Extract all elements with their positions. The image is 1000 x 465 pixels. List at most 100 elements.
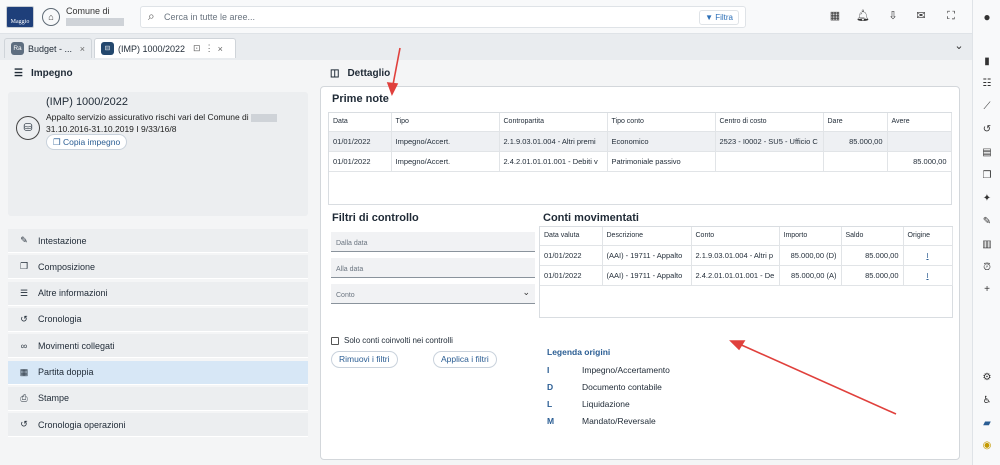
checkbox-label: Solo conti coinvolti nei controlli: [344, 336, 453, 345]
menu-item-cronologia[interactable]: ↺ Cronologia: [8, 307, 308, 332]
download-icon[interactable]: ⇩: [886, 9, 900, 23]
column-header[interactable]: Contropartita: [499, 113, 608, 132]
legend-label: Impegno/Accertamento: [582, 365, 670, 375]
rimuovi-filtri-button[interactable]: Rimuovi i filtri: [331, 351, 398, 368]
column-header[interactable]: Avere: [887, 113, 952, 132]
filter-label: Filtra: [715, 13, 733, 22]
menu-item-stampe[interactable]: ⎙ Stampe: [8, 386, 308, 411]
bell-icon[interactable]: 🔔︎: [856, 9, 870, 23]
origin-link[interactable]: I: [903, 265, 953, 286]
legend-item: D Documento contabile: [547, 382, 662, 392]
column-header[interactable]: Dare: [823, 113, 888, 132]
account-icon[interactable]: ●: [979, 9, 995, 25]
accessibility-icon[interactable]: ♿︎: [979, 393, 995, 409]
legenda-title: Legenda origini: [547, 347, 611, 357]
column-header[interactable]: Importo: [779, 227, 842, 246]
fullscreen-icon[interactable]: ⛶: [944, 9, 958, 23]
column-header[interactable]: Saldo: [841, 227, 904, 246]
menu-item-intestazione[interactable]: ✎ Intestazione: [8, 229, 308, 253]
global-search[interactable]: ⌕ Cerca in tutte le aree... ▼ Filtra: [140, 6, 746, 28]
legend-item: M Mandato/Reversale: [547, 416, 656, 426]
column-header[interactable]: Data valuta: [540, 227, 603, 246]
tab-impegno[interactable]: ⊟ (IMP) 1000/2022 ⊡ ⋮ ×: [94, 38, 236, 58]
menu-item-label: Intestazione: [38, 235, 87, 246]
note-icon[interactable]: ▤: [979, 145, 995, 161]
tab-budget[interactable]: Ra Budget - ... ×: [4, 38, 92, 58]
close-icon[interactable]: ×: [80, 44, 85, 54]
alla-data-field[interactable]: Alla data: [331, 258, 535, 278]
table-row[interactable]: 01/01/2022 (AAI) - 19711 - Appalto 2.1.9.0…: [540, 245, 953, 266]
layers-icon: ❐: [19, 261, 29, 272]
column-header[interactable]: Data: [329, 113, 392, 132]
menu-item-composizione[interactable]: ❐ Composizione: [8, 255, 308, 280]
record-description: Appalto servizio assicurativo rischi var…: [46, 111, 304, 135]
column-header[interactable]: Centro di costo: [715, 113, 824, 132]
solo-conti-checkbox[interactable]: Solo conti coinvolti nei controlli: [331, 336, 453, 345]
menu-item-cronologia-operazioni[interactable]: ↺ Cronologia operazioni: [8, 413, 308, 438]
table-row[interactable]: 01/01/2022 Impegno/Accert. 2.1.9.03.01.004…: [329, 131, 952, 152]
close-icon[interactable]: ×: [218, 44, 223, 54]
column-header[interactable]: Conto: [691, 227, 780, 246]
record-card: ⛁ (IMP) 1000/2022 Appalto servizio assic…: [8, 92, 308, 216]
dalla-data-field[interactable]: Dalla data: [331, 232, 535, 252]
column-header[interactable]: Tipo: [391, 113, 500, 132]
menu-item-partita-doppia[interactable]: ▦ Partita doppia: [8, 360, 308, 385]
table-cell: (AAI) - 19711 - Appalto: [602, 265, 692, 286]
legend-key: M: [547, 416, 555, 426]
menu-item-movimenti-collegati[interactable]: ∞ Movimenti collegati: [8, 334, 308, 359]
table-cell: [887, 131, 952, 152]
legend-label: Documento contabile: [582, 382, 662, 392]
history-icon[interactable]: ↺: [979, 122, 995, 138]
pin-icon[interactable]: ✦: [979, 191, 995, 207]
redacted-name: [66, 17, 124, 26]
municipality-icon: ⌂: [42, 8, 60, 26]
origin-link[interactable]: I: [903, 245, 953, 266]
chat-icon[interactable]: ▰: [979, 416, 995, 432]
table-cell: Impegno/Accert.: [391, 151, 500, 172]
mail-icon[interactable]: ✉: [914, 9, 928, 23]
search-input[interactable]: Cerca in tutte le aree...: [164, 12, 255, 22]
table-row[interactable]: 01/01/2022 Impegno/Accert. 2.4.2.01.01.01.…: [329, 151, 952, 172]
more-icon[interactable]: ⋮: [205, 43, 214, 54]
settings-icon[interactable]: ⚙: [979, 370, 995, 386]
copy-icon[interactable]: ❐: [979, 168, 995, 184]
pin-icon[interactable]: ⊡: [193, 43, 201, 54]
legend-item: I Impegno/Accertamento: [547, 365, 670, 375]
dashboard-icon[interactable]: ▦: [828, 9, 842, 23]
list-icon[interactable]: ☷: [979, 76, 995, 92]
alarm-icon[interactable]: ⏰︎: [979, 260, 995, 276]
checkbox-box[interactable]: [331, 336, 339, 345]
trend-icon[interactable]: ⟋: [979, 99, 995, 115]
filtri-title: Filtri di controllo: [332, 212, 419, 224]
table-cell: 85.000,00: [841, 245, 904, 266]
applica-filtri-button[interactable]: Applica i filtri: [433, 351, 497, 368]
bookmark-icon[interactable]: ▮: [979, 54, 995, 70]
file-icon[interactable]: ▥: [979, 237, 995, 253]
app-logo[interactable]: Maggio: [6, 6, 34, 28]
filter-button[interactable]: ▼ Filtra: [699, 10, 739, 25]
right-rail: ● ▮ ☷ ⟋ ↺ ▤ ❐ ✦ ✎ ▥ ⏰︎ + ⚙ ♿︎ ▰ ◉: [972, 0, 1000, 465]
panel-title: Impegno: [30, 68, 73, 79]
column-header[interactable]: Descrizione: [602, 227, 692, 246]
plus-icon[interactable]: +: [979, 282, 995, 298]
document-tab-icon: ⊟: [101, 42, 114, 55]
copy-impegno-button[interactable]: ❐ Copia impegno: [46, 134, 128, 150]
prime-note-table: Data Tipo Contropartita Tipo conto Centro di…: [328, 112, 952, 205]
grid-icon: ▦: [19, 366, 29, 377]
link-icon: ∞: [20, 340, 28, 351]
table-row[interactable]: 01/01/2022 (AAI) - 19711 - Appalto 2.4.2.0…: [540, 265, 953, 286]
redacted-name: [251, 113, 278, 122]
table-cell: [715, 151, 824, 172]
column-header[interactable]: Tipo conto: [607, 113, 716, 132]
table-cell: 01/01/2022: [540, 265, 603, 286]
help-icon[interactable]: ◉: [979, 438, 995, 454]
edit-icon[interactable]: ✎: [979, 214, 995, 230]
column-header[interactable]: Origine: [903, 227, 953, 246]
chevron-down-icon[interactable]: ⌄: [952, 39, 966, 53]
sidebar-toggle-icon[interactable]: ◫: [330, 68, 339, 79]
menu-item-label: Movimenti collegati: [38, 340, 115, 351]
conto-select[interactable]: Conto ⌄: [331, 284, 535, 304]
menu-item-altre-informazioni[interactable]: ☰ Altre informazioni: [8, 281, 308, 306]
copy-label: Copia impegno: [63, 137, 121, 147]
table-cell: 2523 - I0002 - SU5 - Ufficio C: [715, 131, 824, 152]
